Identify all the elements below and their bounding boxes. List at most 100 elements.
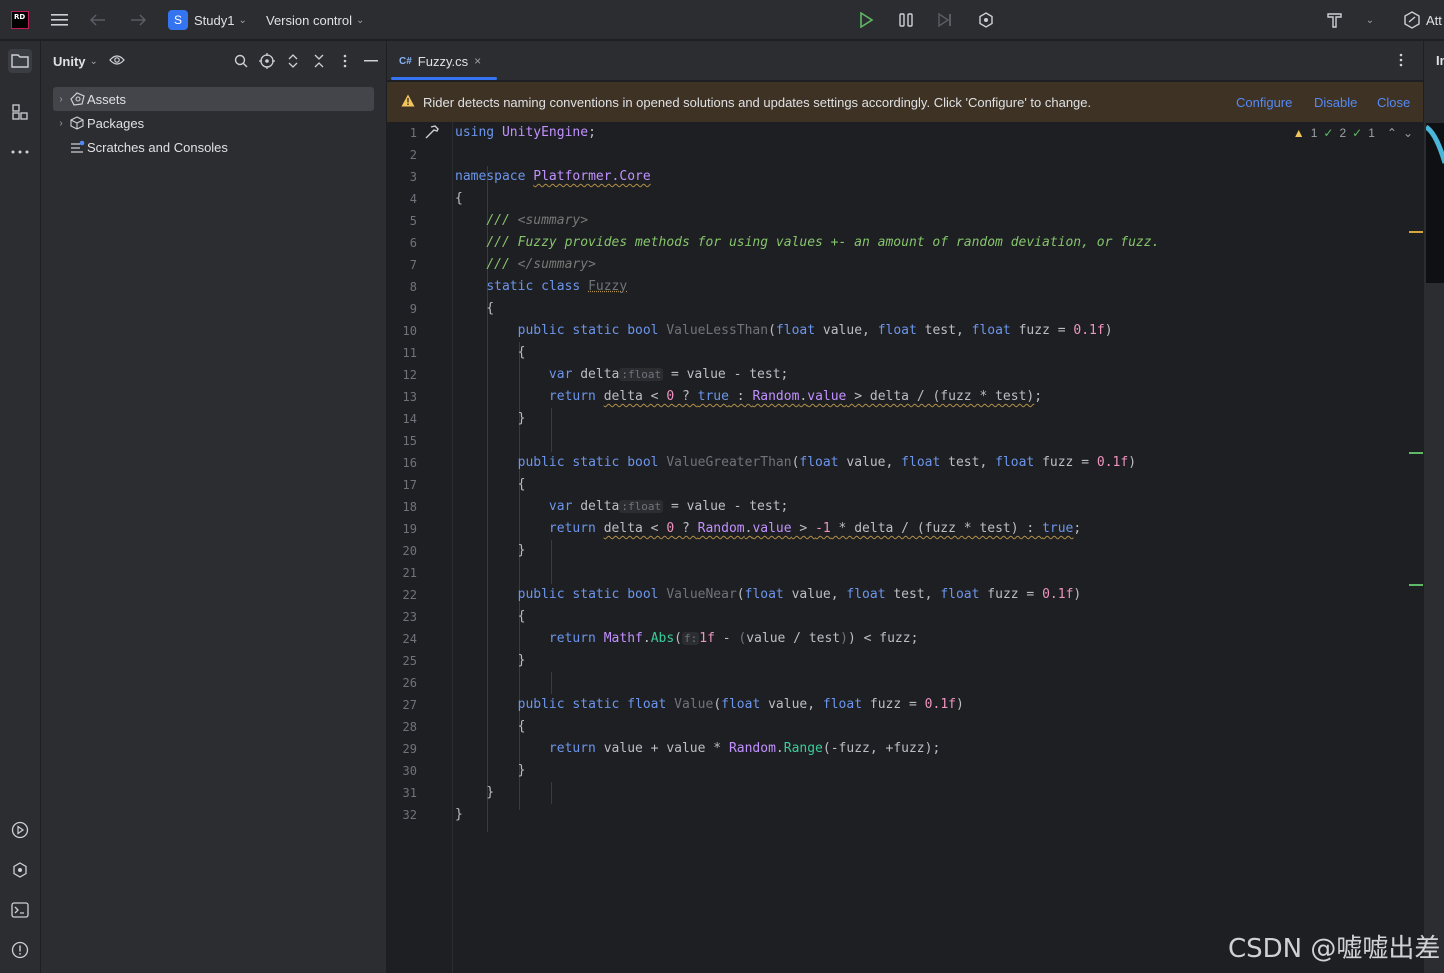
line-number[interactable]: 17 (387, 474, 417, 496)
line-number[interactable]: 26 (387, 672, 417, 694)
close-link[interactable]: Close (1377, 82, 1410, 122)
line-number[interactable]: 21 (387, 562, 417, 584)
inspection-widget[interactable]: ▲ 1 ✓ 2 ✓ 1 ⌃ ⌄ (1293, 126, 1413, 140)
project-selector[interactable]: S Study1 ⌄ (168, 0, 247, 40)
chevron-up-icon[interactable]: ⌃ (1387, 126, 1397, 140)
line-number[interactable]: 25 (387, 650, 417, 672)
line-number[interactable]: 1 (387, 122, 417, 144)
code-line: } (455, 653, 526, 668)
project-view-title[interactable]: Unity (53, 54, 86, 69)
code-line: public static bool ValueGreaterThan(floa… (517, 455, 1137, 470)
attach-button[interactable]: Att (1403, 0, 1442, 40)
tab-fuzzy-cs[interactable]: C# Fuzzy.cs × (391, 41, 489, 81)
warning-marker[interactable] (1409, 231, 1423, 233)
code-editor[interactable]: 1 2 3 4 5 6 7 8 9 10 11 12 13 14 15 16 17 18 19 20 21 22 23 24 2… (387, 122, 1423, 973)
unity-icon[interactable] (8, 858, 32, 882)
line-number[interactable]: 32 (387, 804, 417, 826)
right-panel-label[interactable]: In (1436, 53, 1444, 68)
editor-scrollbar[interactable] (1409, 122, 1423, 973)
build-chevron-down-icon[interactable]: ⌄ (1362, 0, 1378, 40)
line-number[interactable]: 14 (387, 408, 417, 430)
services-icon[interactable] (8, 818, 32, 842)
vcs-selector[interactable]: Version control ⌄ (266, 0, 364, 40)
change-marker[interactable] (1409, 452, 1423, 454)
step-icon[interactable] (935, 0, 955, 40)
line-number[interactable]: 5 (387, 210, 417, 232)
package-icon (69, 115, 85, 131)
project-badge: S (168, 10, 188, 30)
line-number[interactable]: 7 (387, 254, 417, 276)
code-line: namespace Platformer.Core (455, 169, 651, 184)
chevron-down-icon: ⌄ (238, 14, 247, 26)
line-number[interactable]: 6 (387, 232, 417, 254)
hide-panel-icon[interactable] (362, 52, 380, 70)
tree-item-scratches[interactable]: Scratches and Consoles (53, 135, 228, 159)
main-menu-icon[interactable] (50, 0, 70, 40)
line-number[interactable]: 31 (387, 782, 417, 804)
close-icon[interactable]: × (474, 54, 481, 68)
pause-icon[interactable] (896, 0, 916, 40)
build-hammer-icon[interactable] (1325, 0, 1345, 40)
line-number[interactable]: 24 (387, 628, 417, 650)
line-number[interactable]: 15 (387, 430, 417, 452)
structure-icon[interactable] (8, 100, 32, 124)
line-number[interactable]: 30 (387, 760, 417, 782)
line-number[interactable]: 28 (387, 716, 417, 738)
line-number[interactable]: 27 (387, 694, 417, 716)
line-number[interactable]: 23 (387, 606, 417, 628)
line-number[interactable]: 29 (387, 738, 417, 760)
line-number[interactable]: 8 (387, 276, 417, 298)
chevron-right-icon[interactable]: › (53, 118, 69, 129)
line-number[interactable]: 4 (387, 188, 417, 210)
line-number[interactable]: 3 (387, 166, 417, 188)
forward-arrow-icon[interactable] (128, 0, 148, 40)
collapse-all-icon[interactable] (310, 52, 328, 70)
code-line: /// <summary> (486, 213, 589, 228)
code-line: var delta:float = value - test; (548, 367, 789, 382)
locate-icon[interactable] (258, 52, 276, 70)
line-number[interactable]: 18 (387, 496, 417, 518)
line-number[interactable]: 13 (387, 386, 417, 408)
vcs-label: Version control (266, 12, 352, 28)
tree-item-assets[interactable]: › Assets (53, 87, 374, 111)
tab-options-icon[interactable] (1399, 53, 1403, 70)
search-icon[interactable] (232, 52, 250, 70)
expand-all-icon[interactable] (284, 52, 302, 70)
unity-attach-icon[interactable] (976, 0, 996, 40)
disable-link[interactable]: Disable (1314, 82, 1357, 122)
code-line: public static bool ValueLessThan(float v… (517, 323, 1113, 338)
options-icon[interactable] (336, 52, 354, 70)
attach-icon (1404, 11, 1420, 29)
typo-check-icon: ✓ (1352, 126, 1363, 140)
configure-link[interactable]: Configure (1236, 82, 1292, 122)
line-number[interactable]: 9 (387, 298, 417, 320)
line-number[interactable]: 2 (387, 144, 417, 166)
line-number[interactable]: 16 (387, 452, 417, 474)
line-number[interactable]: 11 (387, 342, 417, 364)
hammer-icon[interactable] (425, 125, 439, 142)
tree-item-packages[interactable]: › Packages (53, 111, 144, 135)
code-line: { (455, 609, 526, 624)
attach-label: Att (1426, 12, 1442, 28)
code-line: using UnityEngine; (455, 125, 596, 140)
back-arrow-icon[interactable] (88, 0, 108, 40)
chevron-right-icon[interactable]: › (53, 94, 69, 105)
line-number[interactable]: 12 (387, 364, 417, 386)
unity-explorer-icon[interactable] (108, 52, 126, 71)
run-icon[interactable] (856, 0, 876, 40)
warning-icon: ▲ (1292, 126, 1305, 140)
csharp-file-icon: C# (399, 55, 412, 67)
chevron-down-icon: ⌄ (356, 14, 365, 26)
project-folder-icon[interactable] (8, 49, 32, 73)
line-number[interactable]: 22 (387, 584, 417, 606)
chevron-down-icon[interactable]: ⌄ (90, 56, 98, 67)
change-marker[interactable] (1409, 584, 1423, 586)
line-gutter: 1 2 3 4 5 6 7 8 9 10 11 12 13 14 15 16 17 18 19 20 21 22 23 24 2… (387, 122, 453, 973)
line-number[interactable]: 10 (387, 320, 417, 342)
chevron-down-icon[interactable]: ⌄ (1403, 126, 1413, 140)
more-tools-icon[interactable] (8, 140, 32, 164)
problems-icon[interactable] (8, 938, 32, 962)
line-number[interactable]: 19 (387, 518, 417, 540)
line-number[interactable]: 20 (387, 540, 417, 562)
terminal-icon[interactable] (8, 898, 32, 922)
